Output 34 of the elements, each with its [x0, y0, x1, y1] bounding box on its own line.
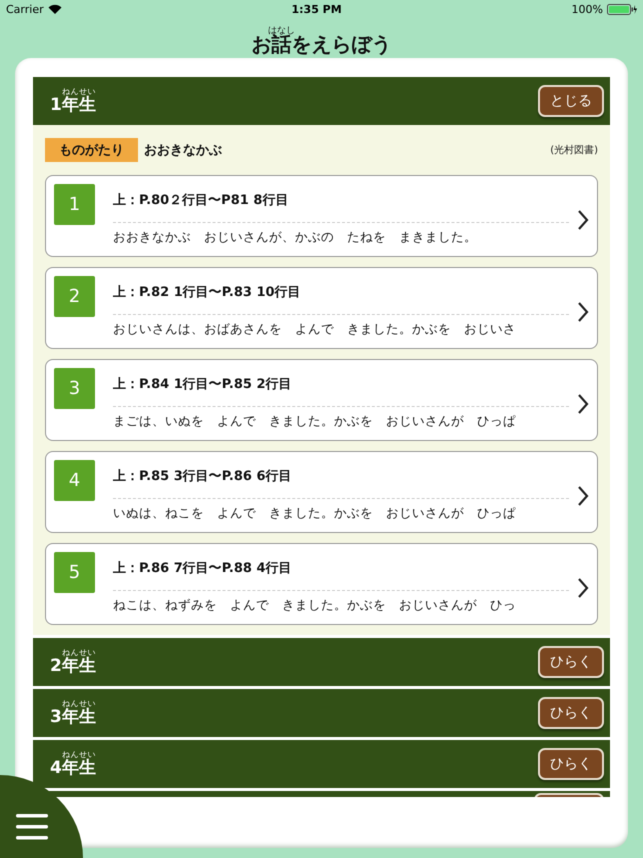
page-range: 上：P.82 1行目〜P.83 10行目 — [113, 284, 302, 302]
grade-title: 3年生 ねんせい — [50, 698, 96, 728]
grade-title: 1年生 ねんせい — [50, 86, 96, 116]
section-number: 4 — [54, 460, 95, 501]
grade-title: 2年生 ねんせい — [50, 648, 96, 676]
battery-percent: 100% — [572, 2, 603, 16]
section-card[interactable]: 4 上：P.85 3行目〜P.86 6行目 いぬは、ねこを よんで きました。かぶを おじいさんが ひっぱ — [45, 451, 598, 533]
publisher-label: (光村図書) — [550, 144, 598, 157]
section-number: 3 — [54, 368, 95, 409]
status-time: 1:35 PM — [291, 2, 342, 16]
open-button[interactable]: ひらく — [538, 646, 604, 678]
story-title: おおきなかぶ — [144, 142, 223, 159]
page-range: 上：P.80２行目〜P81 8行目 — [113, 192, 290, 210]
page-range: 上：P.86 7行目〜P.88 4行目 — [113, 560, 292, 578]
section-card[interactable]: 3 上：P.84 1行目〜P.85 2行目 まごは、いぬを よんで きました。かぶを おじいさんが ひっぱ — [45, 359, 598, 441]
section-excerpt: ねこは、ねずみを よんで きました。かぶを おじいさんが ひっ — [113, 597, 517, 614]
open-button[interactable]: ひらく — [538, 697, 604, 729]
section-number: 1 — [54, 184, 95, 225]
page-range: 上：P.85 3行目〜P.86 6行目 — [113, 468, 292, 486]
section-card[interactable]: 5 上：P.86 7行目〜P.88 4行目 ねこは、ねずみを よんで きました。かぶを おじいさんが ひっ — [45, 543, 598, 625]
section-number: 5 — [54, 552, 95, 593]
carrier-label: Carrier — [6, 2, 44, 16]
section-excerpt: まごは、いぬを よんで きました。かぶを おじいさんが ひっぱ — [113, 413, 517, 430]
page-range: 上：P.84 1行目〜P.85 2行目 — [113, 376, 292, 394]
section-number: 2 — [54, 276, 95, 317]
section-excerpt: いぬは、ねこを よんで きました。かぶを おじいさんが ひっぱ — [113, 505, 517, 522]
section-card[interactable]: 2 上：P.82 1行目〜P.83 10行目 おじいさんは、おばあさんを よんで きました。かぶを おじいさ — [45, 267, 598, 349]
grade-title: 4年生 ねんせい — [50, 750, 96, 778]
section-excerpt: おおきなかぶ おじいさんが、かぶの たねを まきました。 — [113, 229, 478, 246]
close-button[interactable]: とじる — [538, 85, 604, 117]
open-button[interactable]: ひらく — [538, 748, 604, 780]
genre-tag: ものがたり — [45, 138, 138, 162]
section-excerpt: おじいさんは、おばあさんを よんで きました。かぶを おじいさ — [113, 321, 517, 338]
section-card[interactable]: 1 上：P.80２行目〜P81 8行目 おおきなかぶ おじいさんが、かぶの たねを まきました。 — [45, 175, 598, 257]
